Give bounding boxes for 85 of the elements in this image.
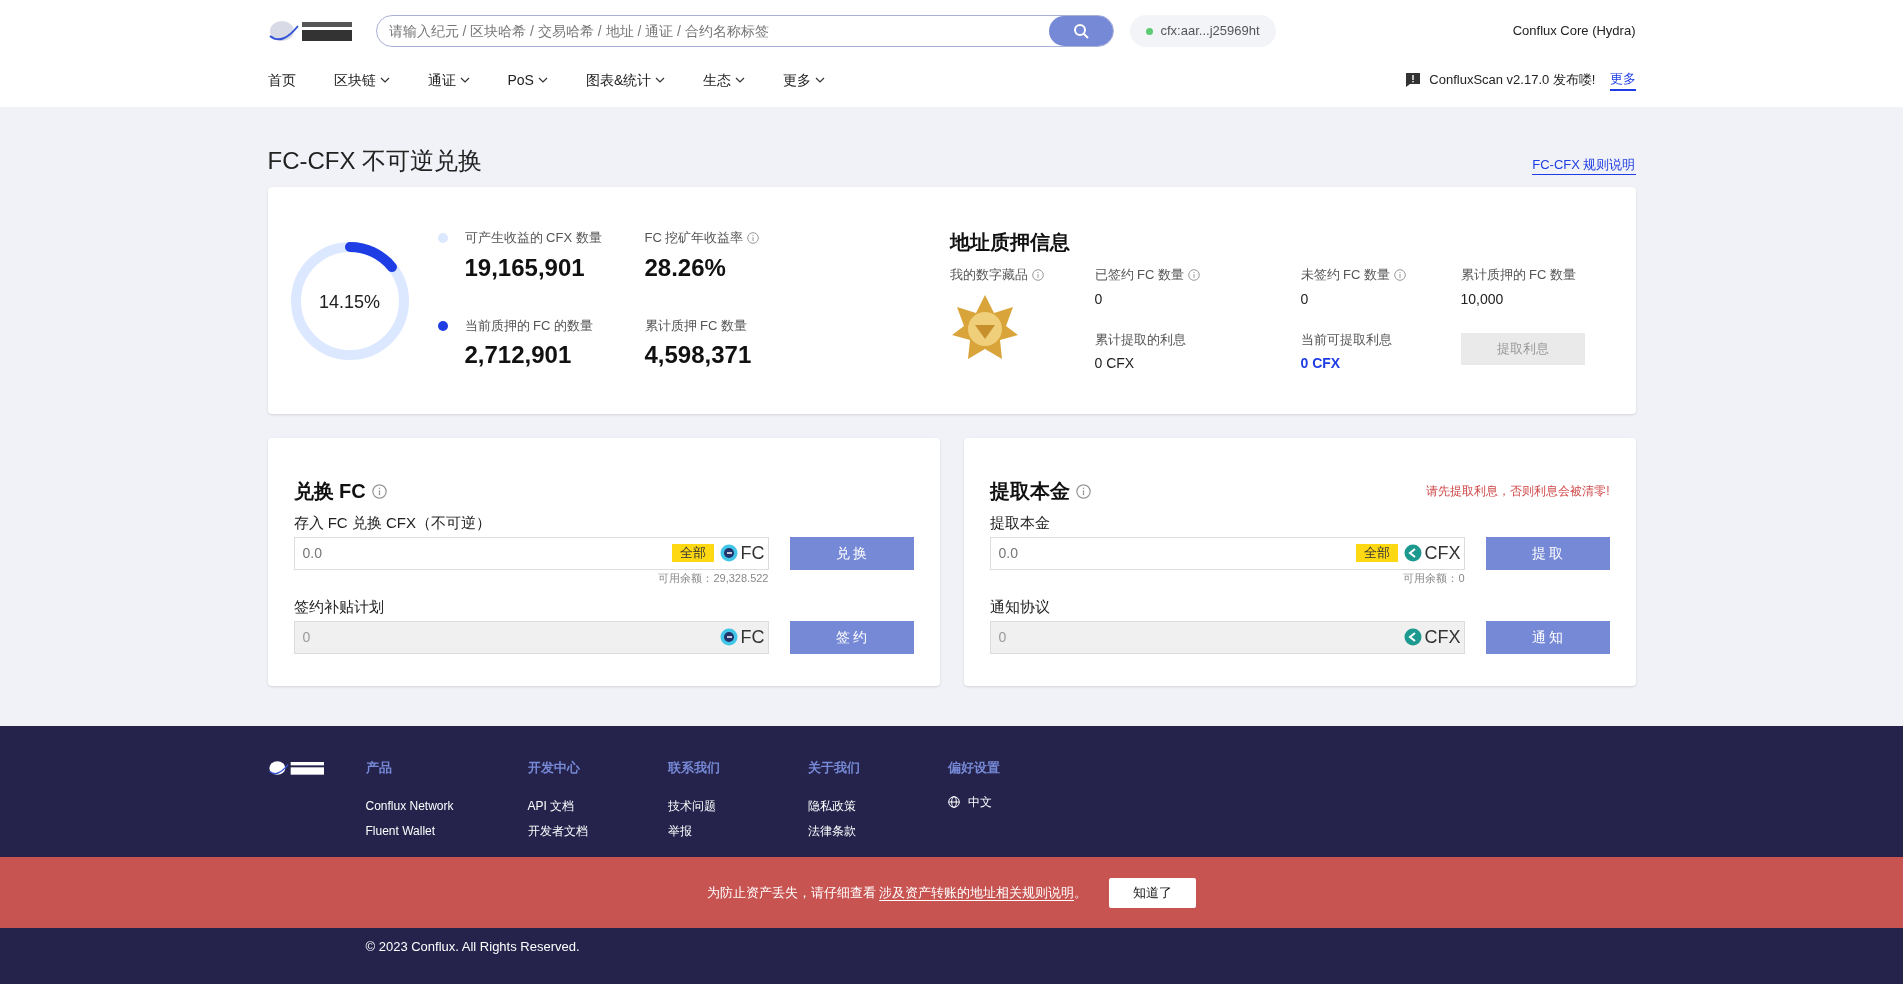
token-label: FC [740,541,765,565]
caret-icon [379,77,390,83]
donut-reading: 14.15% [317,290,382,314]
pledge-label: 当前可提取利息 [1300,330,1392,349]
notice-icon [1405,72,1422,88]
stat-value: 19,165,901 [464,252,586,283]
more-link[interactable]: 更多 [1609,69,1636,91]
footer-heading: 关于我们 [807,759,861,777]
info-icon [1075,483,1091,499]
footer-link[interactable]: 开发者文档 [527,824,588,838]
banner-text: 为防止资产丢失，请仔细查看 涉及资产转账的地址相关规则说明。 [706,883,1088,903]
footer-link[interactable]: 举报 [667,824,692,838]
footer-heading: 联系我们 [667,759,721,777]
caret-icon [815,77,826,83]
nav-link[interactable]: 更多 [783,69,826,91]
caret-icon [537,77,548,83]
field-label: 提取本金 [989,513,1051,533]
release-notice: ConfluxScan v2.17.0 发布喽! [1429,71,1596,90]
globe-icon [947,796,960,808]
nav-link[interactable]: 通证 [427,69,470,91]
nav-link[interactable]: 区块链 [333,69,390,91]
pledge-title: 地址质押信息 [949,230,1071,255]
pledge-label: 已签约 FC 数量 [1094,266,1185,284]
stat-value: 28.26% [644,252,727,283]
footer-heading: 产品 [365,759,393,777]
token-label: CFX [1424,625,1461,649]
pledge-value: 10,000 [1460,289,1505,309]
footer-heading: 偏好设置 [947,759,1000,777]
search-icon [1072,23,1089,39]
warning-text: 请先提取利息，否则利息会被清零! [1426,483,1610,500]
stat-label: 当前质押的 FC 的数量 [464,316,594,335]
rules-link[interactable]: 涉及资产转账的地址相关规则说明 [879,884,1075,901]
panel-title: 兑换 FC [293,479,366,504]
nav-link[interactable]: PoS [507,69,548,91]
language-selector[interactable]: 中文 [947,793,992,811]
pledge-label: 未签约 FC 数量 [1300,266,1391,284]
pledge-value: 0 [1300,289,1310,309]
info-icon [371,483,387,499]
coin-icon [1403,628,1422,646]
pledge-value: 0 CFX [1094,354,1136,373]
coin-icon [719,628,738,646]
stat-value: 2,712,901 [464,340,573,370]
all-button[interactable]: 全部 [1355,544,1398,562]
search-button[interactable] [1048,16,1113,46]
stat-label: FC 挖矿年收益率 [644,229,744,247]
balance-text: 可用余额：0 [1403,570,1465,586]
caret-icon [459,77,470,83]
dismiss-button[interactable]: 知道了 [1109,877,1197,908]
stat-value: 4,598,371 [644,340,752,370]
nav-link[interactable]: 生态 [703,69,746,91]
field-label: 通知协议 [989,597,1051,617]
info-icon [1031,268,1044,281]
field-label: 签约补贴计划 [293,597,385,617]
footer-link[interactable]: Fluent Wallet [365,824,436,838]
coin-icon [1403,544,1422,562]
nav-link[interactable]: 图表&统计 [585,69,666,91]
pledge-label: 累计质押的 FC 数量 [1460,266,1577,284]
caret-icon [735,77,746,83]
rules-link[interactable]: FC-CFX 规则说明 [1532,154,1636,175]
coin-icon [719,544,738,562]
all-button[interactable]: 全部 [671,544,714,562]
nav-link[interactable]: 首页 [267,69,296,91]
balance-text: 可用余额：29,328.522 [658,570,769,586]
search-field[interactable]: 请输入纪元 / 区块哈希 / 交易哈希 / 地址 / 通证 / 合约名称标签 [375,15,1114,47]
footer-link[interactable]: 隐私政策 [807,799,856,813]
pledge-value: 0 [1094,289,1104,309]
token-label: FC [740,625,765,649]
caret-icon [655,77,666,83]
footer-link[interactable]: API 文档 [527,799,575,813]
field-label: 存入 FC 兑换 CFX（不可逆） [293,513,492,533]
footer-heading: 开发中心 [527,759,581,777]
panel-title: 提取本金 [989,479,1070,504]
copyright-text: © 2023 Conflux. All Rights Reserved. [365,939,580,954]
pledge-value: 0 CFX [1300,354,1342,373]
network-label[interactable]: Conflux Core (Hydra) [1512,21,1636,41]
nft-label: 我的数字藏品 [949,266,1028,284]
footer-link[interactable]: Conflux Network [365,799,454,813]
footer-link[interactable]: 法律条款 [807,824,856,838]
token-label: CFX [1424,541,1461,565]
account-button[interactable]: cfx:aar...j25969ht [1129,15,1276,47]
page-title: FC-CFX 不可逆兑换 [267,146,483,176]
pledge-label: 累计提取的利息 [1094,330,1186,349]
stat-label: 可产生收益的 CFX 数量 [464,229,602,247]
footer-link[interactable]: 技术问题 [667,799,716,813]
stat-label: 累计质押 FC 数量 [644,316,748,335]
